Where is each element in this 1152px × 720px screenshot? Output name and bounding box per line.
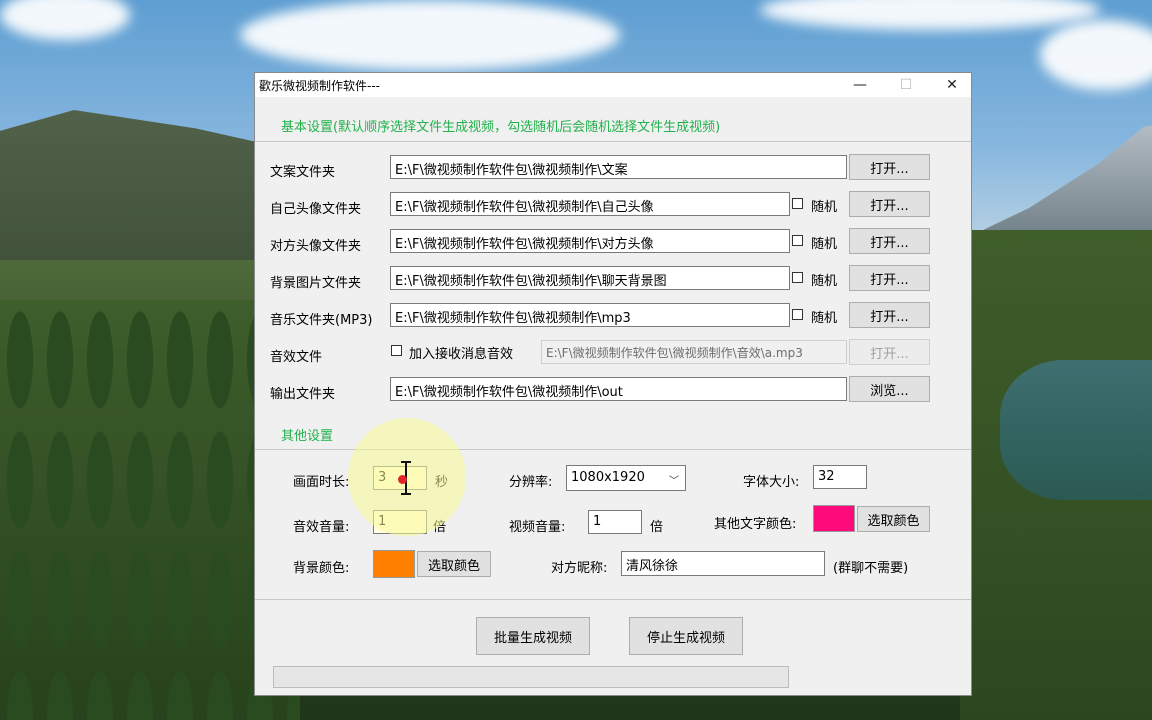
peer-random-label: 随机: [811, 237, 838, 252]
sfx-enable-checkbox[interactable]: [391, 345, 402, 356]
peer-avatar-folder-label: 对方头像文件夹: [270, 239, 362, 254]
resolution-label: 分辨率:: [509, 475, 553, 490]
maximize-icon: ☐: [899, 77, 913, 93]
bg-random-label: 随机: [811, 274, 838, 289]
font-size-input[interactable]: 32: [813, 465, 867, 489]
sfx-volume-input[interactable]: 1: [373, 510, 427, 534]
resolution-select[interactable]: 1080x1920 ﹀: [566, 465, 686, 491]
peer-avatar-folder-path[interactable]: E:\F\微视频制作软件包\微视频制作\对方头像: [390, 229, 790, 253]
bg-color-swatch: [373, 550, 415, 578]
cloud: [240, 0, 620, 70]
peer-random-checkbox[interactable]: [792, 235, 803, 246]
output-folder-browse-button[interactable]: 浏览...: [849, 376, 930, 402]
divider: [255, 599, 971, 600]
music-folder-path[interactable]: E:\F\微视频制作软件包\微视频制作\mp3: [390, 303, 790, 327]
progress-bar: [273, 666, 789, 688]
copy-folder-path[interactable]: E:\F\微视频制作软件包\微视频制作\文案: [390, 155, 847, 179]
text-color-pick-button[interactable]: 选取颜色: [857, 506, 930, 532]
avatar-random-label: 随机: [811, 200, 838, 215]
music-random-label: 随机: [811, 311, 838, 326]
avatar-folder-open-button[interactable]: 打开...: [849, 191, 930, 217]
nickname-input[interactable]: 清风徐徐: [621, 551, 825, 576]
bg-random-checkbox[interactable]: [792, 272, 803, 283]
duration-label: 画面时长:: [293, 475, 350, 490]
close-icon: ✕: [946, 77, 958, 93]
music-random-checkbox[interactable]: [792, 309, 803, 320]
bg-image-folder-label: 背景图片文件夹: [270, 276, 362, 291]
copy-folder-open-button[interactable]: 打开...: [849, 154, 930, 180]
bg-image-folder-path[interactable]: E:\F\微视频制作软件包\微视频制作\聊天背景图: [390, 266, 790, 290]
music-folder-label: 音乐文件夹(MP3): [270, 313, 373, 328]
video-volume-unit: 倍: [650, 520, 664, 535]
resolution-value: 1080x1920: [571, 470, 645, 485]
minimize-icon: —: [853, 77, 867, 93]
font-size-label: 字体大小:: [743, 475, 800, 490]
music-folder-open-button[interactable]: 打开...: [849, 302, 930, 328]
video-volume-input[interactable]: 1: [588, 510, 642, 534]
avatar-folder-path[interactable]: E:\F\微视频制作软件包\微视频制作\自己头像: [390, 192, 790, 216]
chevron-down-icon: ﹀: [669, 476, 679, 487]
text-color-swatch: [813, 505, 855, 532]
sfx-enable-label: 加入接收消息音效: [409, 347, 514, 362]
peer-avatar-folder-open-button[interactable]: 打开...: [849, 228, 930, 254]
text-color-label: 其他文字颜色:: [714, 517, 797, 532]
minimize-button[interactable]: —: [837, 73, 883, 97]
video-volume-label: 视频音量:: [509, 520, 566, 535]
duration-input[interactable]: 3: [373, 466, 427, 490]
bg-color-label: 背景颜色:: [293, 561, 350, 576]
app-window: 歡乐微视频制作软件--- — ☐ ✕ 基本设置(默认顺序选择文件生成视频，勾选随…: [254, 72, 972, 696]
avatar-folder-label: 自己头像文件夹: [270, 202, 362, 217]
bg-color-pick-button[interactable]: 选取颜色: [417, 551, 491, 577]
duration-unit: 秒: [435, 475, 449, 490]
stop-generate-button[interactable]: 停止生成视频: [629, 617, 743, 655]
lake: [1000, 360, 1152, 500]
window-title: 歡乐微视频制作软件---: [259, 79, 380, 93]
nickname-note: (群聊不需要): [833, 561, 909, 576]
sfx-file-path: E:\F\微视频制作软件包\微视频制作\音效\a.mp3: [541, 340, 847, 364]
maximize-button[interactable]: ☐: [883, 73, 929, 97]
sfx-volume-unit: 倍: [433, 520, 447, 535]
section-other-title: 其他设置: [281, 429, 334, 444]
section-basic-title: 基本设置(默认顺序选择文件生成视频，勾选随机后会随机选择文件生成视频): [281, 120, 721, 135]
divider: [255, 449, 971, 450]
divider: [255, 141, 971, 142]
close-button[interactable]: ✕: [929, 73, 975, 97]
nickname-label: 对方昵称:: [551, 561, 608, 576]
sfx-file-open-button: 打开...: [849, 339, 930, 365]
batch-generate-button[interactable]: 批量生成视频: [476, 617, 590, 655]
sfx-file-label: 音效文件: [270, 350, 323, 365]
bg-image-folder-open-button[interactable]: 打开...: [849, 265, 930, 291]
sfx-volume-label: 音效音量:: [293, 520, 350, 535]
output-folder-path[interactable]: E:\F\微视频制作软件包\微视频制作\out: [390, 377, 847, 401]
title-bar[interactable]: 歡乐微视频制作软件--- — ☐ ✕: [255, 73, 971, 97]
copy-folder-label: 文案文件夹: [270, 165, 336, 180]
output-folder-label: 输出文件夹: [270, 387, 336, 402]
avatar-random-checkbox[interactable]: [792, 198, 803, 209]
